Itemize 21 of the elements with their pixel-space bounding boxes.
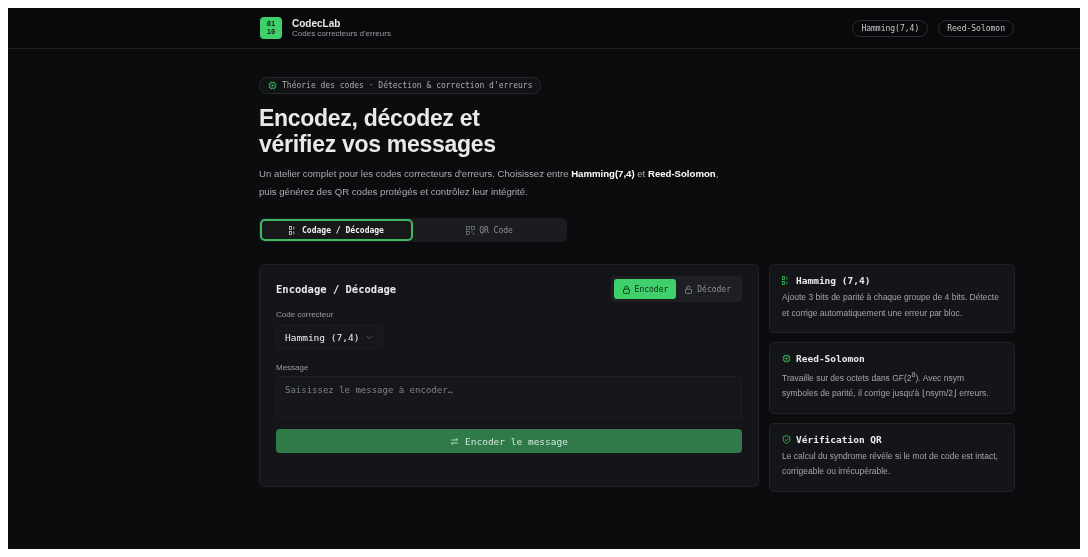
field-label: Code correcteur [276,310,335,319]
message-field[interactable]: Saisissez le message à encoder… [276,376,742,418]
tagline: Codes correcteurs d'erreurs [292,29,391,38]
code-select[interactable]: Hamming (7,4) [276,325,384,349]
card-text: Le calcul du syndrome révèle si le mot de code est intact, corrigeable ou irrécupérable. [782,449,999,479]
mode-button[interactable]: Décoder [676,279,739,299]
card-title: Vérification QR [796,433,882,445]
tab[interactable]: QR Code [413,219,566,241]
card-text: Ajoute 3 bits de parité à chaque groupe de 4 bits. Détecte et corrige automatiquement une erreur par bloc. [782,291,1000,320]
tab[interactable]: Codage / Décodage [260,219,413,241]
field-label: Message [276,363,310,372]
card-title: Hamming (7,4) [796,275,871,286]
mode-button[interactable]: Encoder [613,279,677,299]
page-title: Encodez, décodez et vérifiez vos messages [259,105,497,157]
card-text: Travaille sur des octets dans GF(2$^{8}$). Avec nsym symboles de parité, il corrige jusqu'à ⌊nsym/2⌋ erreurs. [782,370,990,401]
panel-title: Encodage / Décodage [276,283,397,295]
brand-name: CodecLab [292,18,342,29]
encode-button[interactable]: Encoder le message [276,429,742,453]
intro-text: Un atelier complet pour les codes correcteurs d'erreurs. Choisissez entre Hamming(7,4) et Reed-Solomon, puis générez des QR codes protégés et contrôlez leur intégrité. [259,167,720,199]
badge-text: Théorie des codes · Détection & correction d'erreurs [282,81,533,90]
card-title: Reed-Solomon [796,353,865,364]
